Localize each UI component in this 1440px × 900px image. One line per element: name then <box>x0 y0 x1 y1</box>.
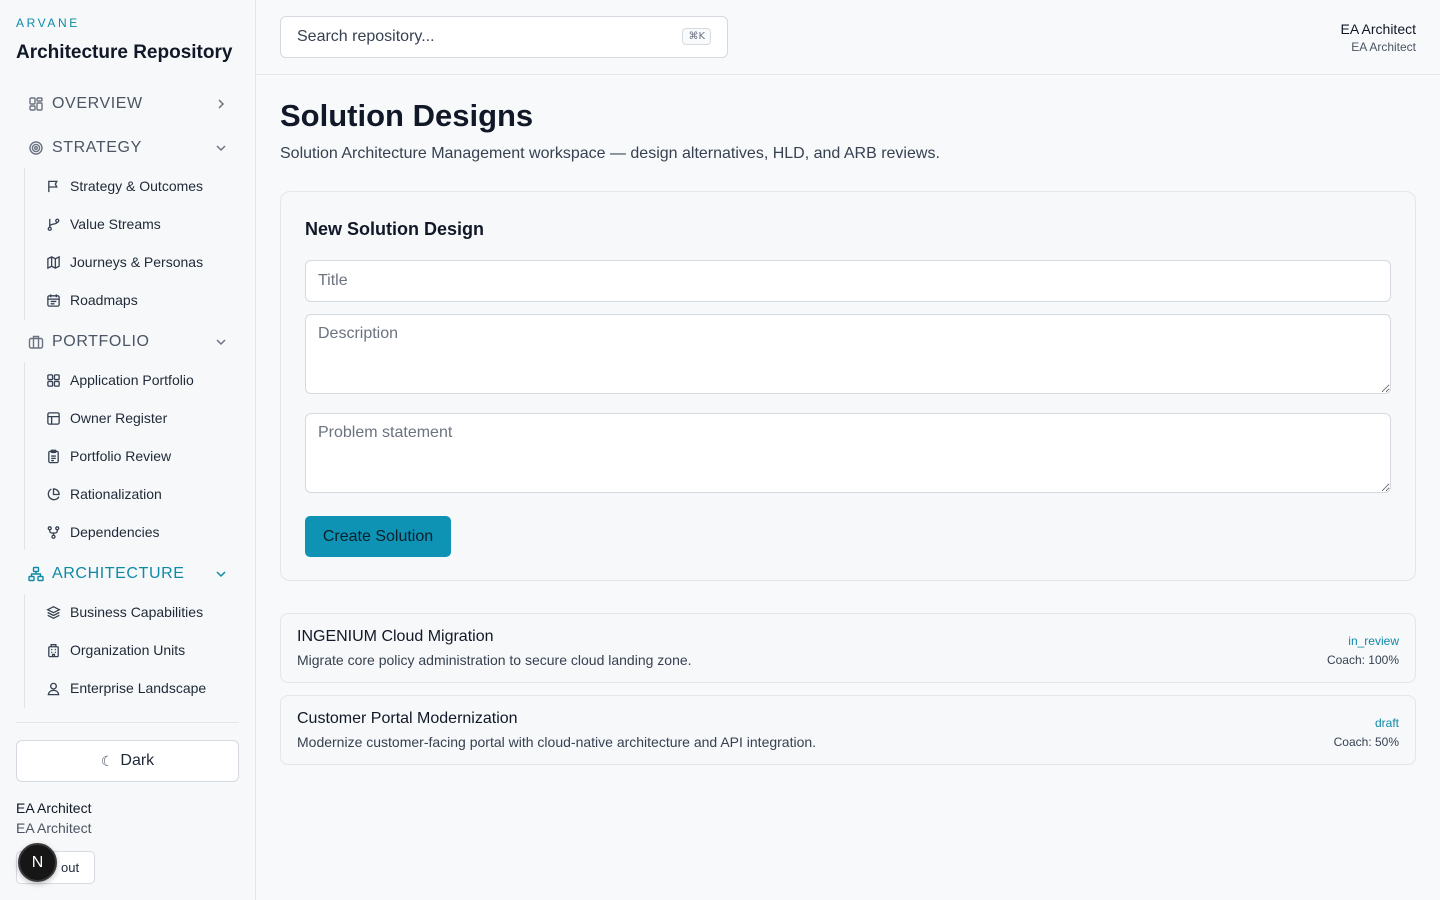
sidebar-user-role: EA Architect <box>16 820 92 836</box>
sidebar: ARVANE Architecture Repository OVERVIEW … <box>0 0 256 900</box>
sidebar-item-label: Portfolio Review <box>70 448 172 464</box>
section-label: OVERVIEW <box>52 95 143 112</box>
solution-description: Migrate core policy administration to se… <box>297 652 692 668</box>
new-solution-form: New Solution Design Create Solution <box>280 191 1416 581</box>
sidebar-item-label: Owner Register <box>70 410 168 426</box>
sidebar-item-strategy-outcomes[interactable]: Strategy & Outcomes <box>25 171 235 201</box>
coach-progress: Coach: 100% <box>1326 653 1399 667</box>
section-label: ARCHITECTURE <box>52 565 185 582</box>
user-icon <box>46 681 61 696</box>
solution-title: Customer Portal Modernization <box>297 710 518 727</box>
architecture-subnav: Business Capabilities Organization Units… <box>24 594 240 708</box>
git-branch-icon <box>46 217 61 232</box>
description-textarea[interactable] <box>305 314 1391 394</box>
sidebar-item-organization-units[interactable]: Organization Units <box>25 635 235 665</box>
status-badge: in_review <box>1348 634 1399 648</box>
network-icon <box>28 566 44 582</box>
sidebar-item-label: Rationalization <box>70 486 162 502</box>
section-label: STRATEGY <box>52 139 142 156</box>
chevron-down-icon <box>214 567 228 581</box>
sidebar-item-label: Dependencies <box>70 524 160 540</box>
status-badge: draft <box>1374 716 1399 730</box>
pie-chart-icon <box>46 487 61 502</box>
sidebar-item-label: Roadmaps <box>70 292 138 308</box>
map-icon <box>46 255 61 270</box>
sidebar-item-label: Journeys & Personas <box>70 254 204 270</box>
solution-card[interactable]: Customer Portal Modernization Modernize … <box>280 695 1416 765</box>
title-input[interactable] <box>305 260 1391 302</box>
sidebar-item-enterprise-landscape[interactable]: Enterprise Landscape <box>25 673 235 703</box>
page-title: Solution Designs <box>280 98 534 133</box>
sidebar-section-overview[interactable]: OVERVIEW <box>16 88 240 120</box>
section-label: PORTFOLIO <box>52 333 150 350</box>
coach-progress: Coach: 50% <box>1333 735 1399 749</box>
target-icon <box>28 140 44 156</box>
sidebar-section-architecture[interactable]: ARCHITECTURE <box>16 558 240 590</box>
sign-out-label: out <box>61 860 80 875</box>
sidebar-item-journeys-personas[interactable]: Journeys & Personas <box>25 247 235 277</box>
sidebar-item-roadmaps[interactable]: Roadmaps <box>25 285 235 315</box>
create-solution-button[interactable]: Create Solution <box>305 516 451 557</box>
grid-icon <box>46 373 61 388</box>
portfolio-subnav: Application Portfolio Owner Register Por… <box>24 362 240 550</box>
calendar-icon <box>46 293 61 308</box>
layers-icon <box>46 605 61 620</box>
layout-grid-icon <box>28 96 44 112</box>
sidebar-item-label: Application Portfolio <box>70 372 194 388</box>
sidebar-item-label: Strategy & Outcomes <box>70 178 204 194</box>
avatar[interactable]: N <box>18 843 57 882</box>
problem-statement-textarea[interactable] <box>305 413 1391 493</box>
solution-title: INGENIUM Cloud Migration <box>297 628 494 645</box>
strategy-subnav: Strategy & Outcomes Value Streams Journe… <box>24 168 240 320</box>
git-fork-icon <box>46 525 61 540</box>
topbar-user[interactable]: EA Architect EA Architect <box>1341 21 1416 54</box>
building-icon <box>46 643 61 658</box>
form-heading: New Solution Design <box>305 219 485 239</box>
table-icon <box>46 411 61 426</box>
flag-icon <box>46 179 61 194</box>
avatar-letter: N <box>31 853 44 871</box>
brand-label: ARVANE <box>16 16 80 30</box>
sidebar-item-label: Enterprise Landscape <box>70 680 207 696</box>
topbar: ⌘K EA Architect EA Architect <box>256 0 1440 75</box>
page-subtitle: Solution Architecture Management workspa… <box>280 145 940 162</box>
chevron-down-icon <box>214 335 228 349</box>
sidebar-section-portfolio[interactable]: PORTFOLIO <box>16 326 240 358</box>
sidebar-item-label: Organization Units <box>70 642 186 658</box>
sidebar-user-name: EA Architect <box>16 800 92 816</box>
moon-icon: ☾ <box>100 752 114 769</box>
search-input[interactable] <box>297 28 657 46</box>
solution-description: Modernize customer-facing portal with cl… <box>297 734 817 750</box>
sidebar-item-dependencies[interactable]: Dependencies <box>25 517 235 547</box>
briefcase-icon <box>28 334 44 350</box>
sidebar-item-rationalization[interactable]: Rationalization <box>25 479 235 509</box>
theme-toggle-label: Dark <box>120 752 155 769</box>
app-title: Architecture Repository <box>16 42 233 63</box>
sidebar-item-application-portfolio[interactable]: Application Portfolio <box>25 365 235 395</box>
clipboard-icon <box>46 449 61 464</box>
sidebar-item-value-streams[interactable]: Value Streams <box>25 209 235 239</box>
solution-card[interactable]: INGENIUM Cloud Migration Migrate core po… <box>280 613 1416 683</box>
shortcut-badge: ⌘K <box>682 28 711 45</box>
topbar-user-role: EA Architect <box>1351 40 1416 54</box>
sidebar-item-label: Business Capabilities <box>70 604 204 620</box>
search-box[interactable]: ⌘K <box>280 16 728 58</box>
chevron-down-icon <box>214 141 228 155</box>
sidebar-item-label: Value Streams <box>70 216 161 232</box>
chevron-right-icon <box>214 97 228 111</box>
topbar-user-name: EA Architect <box>1340 21 1416 37</box>
sidebar-section-strategy[interactable]: STRATEGY <box>16 132 240 164</box>
sidebar-divider <box>16 722 239 723</box>
sidebar-item-portfolio-review[interactable]: Portfolio Review <box>25 441 235 471</box>
sidebar-item-owner-register[interactable]: Owner Register <box>25 403 235 433</box>
sidebar-item-business-capabilities[interactable]: Business Capabilities <box>25 597 235 627</box>
theme-toggle-button[interactable]: ☾ Dark <box>16 740 239 782</box>
